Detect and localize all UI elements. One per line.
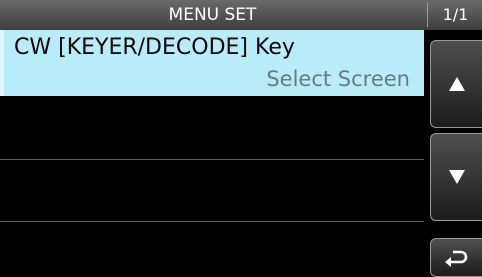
- return-arrow-icon: [444, 249, 469, 267]
- scroll-up-button[interactable]: [430, 40, 482, 128]
- title-bar: MENU SET 1/1: [0, 0, 482, 30]
- up-triangle-icon: [448, 77, 465, 91]
- menu-list: CW [KEYER/DECODE] Key Select Screen: [0, 30, 424, 277]
- menu-item-label: CW [KEYER/DECODE] Key: [14, 35, 295, 60]
- menu-item-empty: [0, 160, 424, 221]
- menu-title: MENU SET: [168, 5, 257, 25]
- menu-item-empty: [0, 222, 424, 277]
- scroll-down-button[interactable]: [430, 133, 482, 221]
- side-button-panel: [424, 30, 482, 277]
- title-divider: [427, 3, 428, 27]
- page-indicator: 1/1: [442, 5, 469, 24]
- menu-item-empty: [0, 97, 424, 159]
- down-triangle-icon: [448, 170, 465, 184]
- menu-item-cw-keyer-decode-key[interactable]: CW [KEYER/DECODE] Key Select Screen: [0, 30, 424, 96]
- menu-item-value: Select Screen: [266, 67, 410, 91]
- back-button[interactable]: [430, 238, 482, 277]
